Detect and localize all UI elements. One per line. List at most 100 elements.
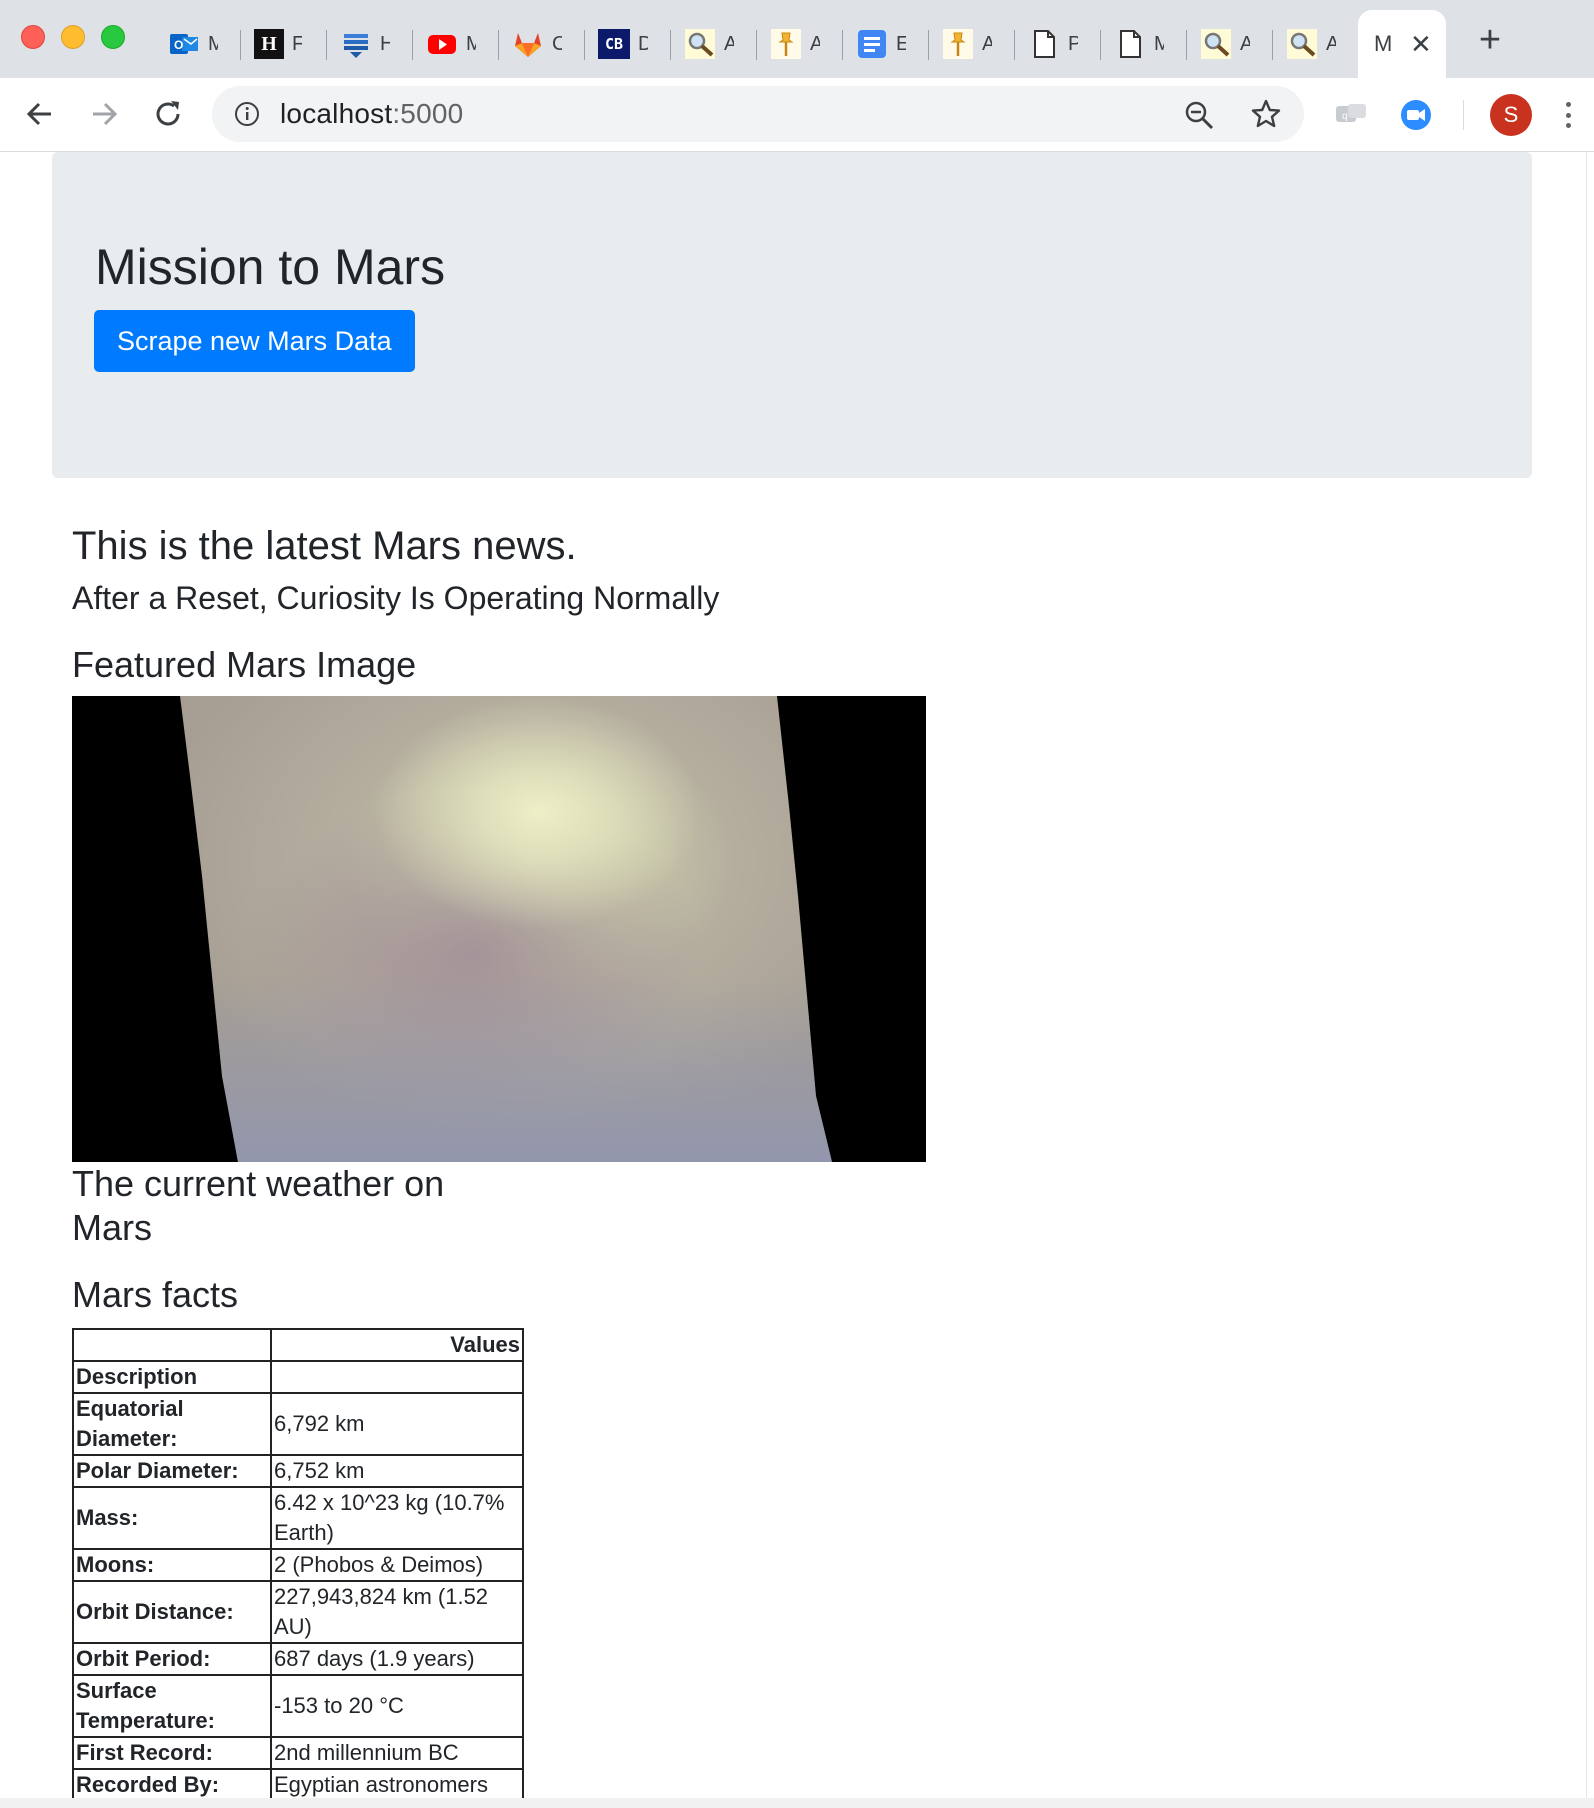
featured-image-heading: Featured Mars Image (72, 644, 417, 685)
row-value: 2 (Phobos & Deimos) (270, 1548, 524, 1582)
row-label: Equatorial Diameter: (72, 1392, 272, 1456)
tab-divider (1014, 30, 1015, 60)
tab-divider (1186, 30, 1187, 60)
tab-magnifier-2[interactable]: A (1190, 18, 1250, 70)
row-label: Moons: (72, 1548, 272, 1582)
tab-cb[interactable]: CB D (588, 18, 648, 70)
table-row: First Record: 2nd millennium BC (72, 1736, 524, 1770)
table-row: Moons: 2 (Phobos & Deimos) (72, 1548, 524, 1582)
close-tab-icon[interactable]: ✕ (1410, 31, 1432, 57)
table-row: Recorded By: Egyptian astronomers (72, 1768, 524, 1802)
reload-button[interactable] (148, 94, 188, 134)
tab-pin-2[interactable]: A (932, 18, 992, 70)
tab-divider (1100, 30, 1101, 60)
url-port: :5000 (392, 98, 464, 129)
tab-h[interactable]: H F (244, 18, 302, 70)
facts-heading: Mars facts (72, 1274, 239, 1315)
tab-label: P (1068, 32, 1078, 55)
table-row: Surface Temperature: -153 to 20 °C (72, 1674, 524, 1738)
tab-label: M (1374, 31, 1393, 56)
row-label: First Record: (72, 1736, 272, 1770)
tab-outlook[interactable]: O M (158, 18, 218, 70)
news-title: After a Reset, Curiosity Is Operating No… (72, 580, 720, 616)
tab-label: A (1240, 32, 1250, 55)
tab-active[interactable]: M ✕ (1358, 10, 1446, 78)
tab-label: A (982, 32, 992, 55)
row-value: -153 to 20 °C (270, 1674, 524, 1738)
row-label: Orbit Period: (72, 1642, 272, 1676)
table-row: Orbit Distance: 227,943,824 km (1.52 AU) (72, 1580, 524, 1644)
tab-stack[interactable]: H (330, 18, 390, 70)
tab-pin-1[interactable]: A (760, 18, 820, 70)
magnifier-icon (684, 28, 716, 60)
tab-divider (412, 30, 413, 60)
tab-page-2[interactable]: M (1104, 18, 1164, 70)
cb-icon: CB (598, 29, 630, 59)
h-logo-icon: H (254, 29, 284, 59)
column-header-values: Values (270, 1328, 524, 1362)
browser-menu-icon[interactable] (1560, 98, 1576, 132)
tab-label: A (1326, 32, 1336, 55)
toolbar-divider (1463, 100, 1464, 130)
index-blank (270, 1360, 524, 1394)
table-row: Polar Diameter: 6,752 km (72, 1454, 524, 1488)
vertical-scrollbar[interactable] (1586, 152, 1594, 1798)
page-title: Mission to Mars (95, 239, 446, 295)
svg-text:O: O (174, 38, 183, 52)
tab-divider (240, 30, 241, 60)
address-bar[interactable]: localhost:5000 (212, 86, 1304, 142)
tab-page-1[interactable]: P (1018, 18, 1078, 70)
row-value: 227,943,824 km (1.52 AU) (270, 1580, 524, 1644)
tab-strip: O M H F H M C CB D A A E A P M A A M ✕ + (0, 0, 1594, 78)
window-zoom-button[interactable] (101, 25, 125, 49)
stack-icon (340, 28, 372, 60)
row-value: 6,792 km (270, 1392, 524, 1456)
bookmark-star-icon[interactable] (1250, 98, 1282, 130)
pin-icon (770, 28, 802, 60)
table-header-row: Values (72, 1328, 524, 1362)
docs-icon (856, 28, 888, 60)
extension-chat-icon[interactable]: q (1333, 97, 1369, 133)
tab-label: A (724, 32, 734, 55)
tab-gitlab[interactable]: C (502, 18, 562, 70)
row-label: Orbit Distance: (72, 1580, 272, 1644)
youtube-icon (426, 28, 458, 60)
tab-magnifier-1[interactable]: A (674, 18, 734, 70)
news-heading: This is the latest Mars news. (72, 524, 577, 568)
tab-divider (928, 30, 929, 60)
row-label: Recorded By: (72, 1768, 272, 1802)
tab-docs[interactable]: E (846, 18, 906, 70)
back-button[interactable] (20, 94, 60, 134)
row-value: 6.42 x 10^23 kg (10.7% Earth) (270, 1486, 524, 1550)
mars-facts-table: Values Description Equatorial Diameter: … (72, 1328, 524, 1802)
new-tab-button[interactable]: + (1470, 20, 1510, 60)
tab-label: M (208, 32, 218, 55)
row-value: Egyptian astronomers (270, 1768, 524, 1802)
magnifier-icon (1200, 28, 1232, 60)
tab-divider (756, 30, 757, 60)
info-icon[interactable] (234, 101, 260, 127)
tab-magnifier-3[interactable]: A (1276, 18, 1336, 70)
window-minimize-button[interactable] (61, 25, 85, 49)
profile-avatar[interactable]: S (1490, 94, 1532, 136)
table-row: Mass: 6.42 x 10^23 kg (10.7% Earth) (72, 1486, 524, 1550)
tab-label: A (810, 32, 820, 55)
tab-label: F (292, 32, 302, 55)
jumbotron: Mission to Mars Scrape new Mars Data (52, 152, 1532, 478)
tab-label: M (466, 32, 476, 55)
scrape-button[interactable]: Scrape new Mars Data (94, 310, 415, 372)
reload-icon (156, 101, 180, 126)
zoom-video-icon[interactable] (1398, 97, 1434, 133)
horizontal-scrollbar[interactable] (0, 1798, 1594, 1808)
row-value: 687 days (1.9 years) (270, 1642, 524, 1676)
tab-youtube[interactable]: M (416, 18, 476, 70)
window-close-button[interactable] (21, 25, 45, 49)
zoom-out-icon[interactable] (1184, 100, 1214, 130)
arrow-right-icon (93, 102, 118, 126)
row-label: Polar Diameter: (72, 1454, 272, 1488)
tab-divider (498, 30, 499, 60)
tab-label: E (896, 32, 906, 55)
forward-button[interactable] (84, 94, 124, 134)
url-text[interactable]: localhost:5000 (280, 98, 463, 130)
tab-label: C (552, 32, 562, 55)
